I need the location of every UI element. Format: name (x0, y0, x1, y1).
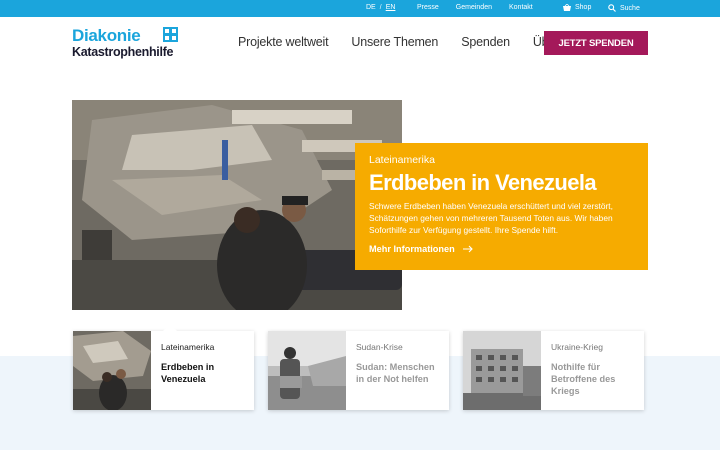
teaser-text: Schwere Erdbeben haben Venezuela erschüt… (369, 201, 613, 235)
card-title: Sudan: Menschen in der Not helfen (356, 362, 435, 384)
lang-en-link[interactable]: EN (386, 4, 396, 11)
contact-link[interactable]: Kontakt (509, 4, 533, 11)
lang-separator: / (379, 4, 382, 11)
card-category: Ukraine-Krieg (551, 342, 603, 352)
main-navigation: Projekte weltweit Unsere Themen Spenden … (238, 35, 582, 49)
nav-item-donate[interactable]: Spenden (461, 35, 510, 49)
search-icon (608, 4, 616, 12)
card-title: Nothilfe für Betroffene des Kriegs (551, 362, 616, 396)
teaser-title: Erdbeben in Venezuela (369, 170, 597, 195)
communities-link[interactable]: Gemeinden (456, 4, 492, 11)
logo-line-2: Katastrophenhilfe (72, 45, 174, 59)
donate-now-button[interactable]: JETZT SPENDEN (544, 31, 648, 55)
shop-label: Shop (575, 4, 592, 11)
card-title: Erdbeben in Venezuela (161, 362, 215, 384)
nav-item-projects[interactable]: Projekte weltweit (238, 35, 329, 49)
more-info-link[interactable]: Mehr Informationen (369, 244, 634, 254)
crisis-card-ukraine[interactable]: Ukraine-Krieg Nothilfe für Betroffene de… (463, 331, 644, 410)
hero-teaser: Lateinamerika Erdbeben in Venezuela Schw… (355, 143, 648, 270)
basket-icon (563, 4, 571, 11)
card-category: Lateinamerika (161, 342, 215, 352)
utility-links: Presse Gemeinden Kontakt (417, 4, 533, 11)
search-link[interactable]: Suche (608, 4, 640, 12)
nav-item-topics[interactable]: Unsere Themen (351, 35, 438, 49)
top-utility-bar: DE / EN Presse Gemeinden Kontakt Shop Su… (0, 0, 720, 17)
card-category: Sudan-Krise (356, 342, 403, 352)
teaser-region: Lateinamerika (369, 154, 435, 166)
hero-image-earthquake (72, 100, 402, 310)
card-thumbnail-venezuela (73, 331, 151, 410)
lang-de-link[interactable]: DE (366, 4, 376, 11)
card-thumbnail-sudan (268, 331, 346, 410)
diakonie-cross-icon (163, 27, 178, 42)
more-info-label: Mehr Informationen (369, 244, 455, 254)
arrow-right-icon (462, 245, 473, 253)
crisis-card-venezuela[interactable]: Lateinamerika Erdbeben in Venezuela (73, 324, 254, 410)
logo-line-1: Diakonie (72, 26, 141, 45)
search-label: Suche (620, 4, 640, 12)
press-link[interactable]: Presse (417, 4, 439, 11)
language-switcher: DE / EN (366, 4, 395, 11)
shop-link[interactable]: Shop (563, 4, 591, 11)
active-card-pointer (163, 324, 177, 331)
card-thumbnail-ukraine (463, 331, 541, 410)
site-logo[interactable]: Diakonie Katastrophenhilfe (72, 26, 178, 59)
crisis-card-sudan[interactable]: Sudan-Krise Sudan: Menschen in der Not h… (268, 331, 449, 410)
